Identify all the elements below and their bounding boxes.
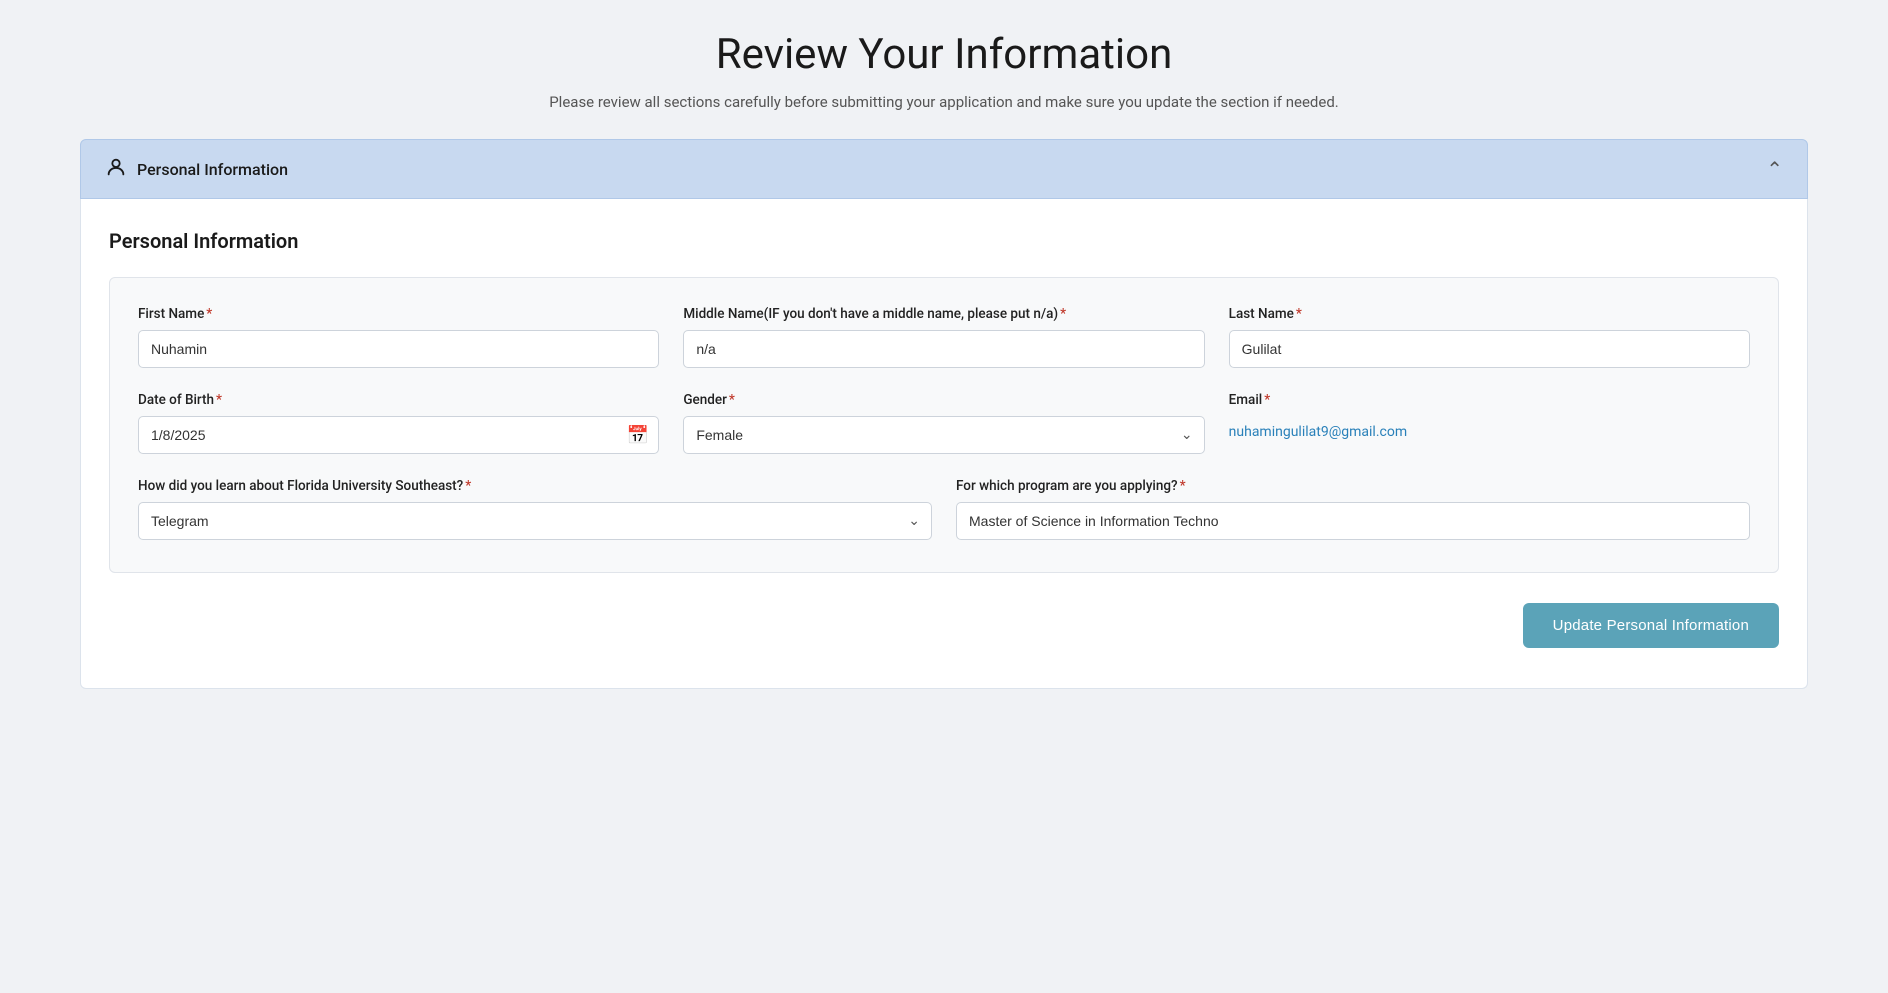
learn-select[interactable]: Telegram Facebook Instagram Twitter Frie… xyxy=(138,502,932,540)
form-row-2: Date of Birth* 📅 Gender* Female Male xyxy=(138,392,1750,454)
dob-group: Date of Birth* 📅 xyxy=(138,392,659,454)
update-personal-info-button[interactable]: Update Personal Information xyxy=(1523,603,1779,648)
gender-label: Gender* xyxy=(683,392,1204,408)
page-title: Review Your Information xyxy=(80,30,1808,79)
dob-input[interactable] xyxy=(138,416,659,454)
email-group: Email* nuhamingulilat9@gmail.com xyxy=(1229,392,1750,454)
gender-group: Gender* Female Male Non-binary Other Pre… xyxy=(683,392,1204,454)
first-name-group: First Name* xyxy=(138,306,659,368)
program-group: For which program are you applying?* xyxy=(956,478,1750,540)
email-label: Email* xyxy=(1229,392,1750,408)
email-value: nuhamingulilat9@gmail.com xyxy=(1229,416,1750,440)
form-card: First Name* Middle Name(IF you don't hav… xyxy=(109,277,1779,573)
last-name-input[interactable] xyxy=(1229,330,1750,368)
last-name-group: Last Name* xyxy=(1229,306,1750,368)
last-name-required: * xyxy=(1296,306,1302,322)
middle-name-label: Middle Name(IF you don't have a middle n… xyxy=(683,306,1204,322)
person-icon xyxy=(105,156,127,182)
dob-required: * xyxy=(216,392,222,408)
first-name-required: * xyxy=(206,306,212,322)
dob-label: Date of Birth* xyxy=(138,392,659,408)
gender-select-wrapper: Female Male Non-binary Other Prefer not … xyxy=(683,416,1204,454)
program-required: * xyxy=(1180,478,1186,494)
last-name-label: Last Name* xyxy=(1229,306,1750,322)
gender-required: * xyxy=(729,392,735,408)
learn-required: * xyxy=(465,478,471,494)
learn-group: How did you learn about Florida Universi… xyxy=(138,478,932,540)
email-required: * xyxy=(1264,392,1270,408)
program-label: For which program are you applying?* xyxy=(956,478,1750,494)
section-header-label: Personal Information xyxy=(137,160,288,179)
first-name-label: First Name* xyxy=(138,306,659,322)
form-row-3: How did you learn about Florida Universi… xyxy=(138,478,1750,540)
learn-label: How did you learn about Florida Universi… xyxy=(138,478,932,494)
date-input-wrapper: 📅 xyxy=(138,416,659,454)
form-row-1: First Name* Middle Name(IF you don't hav… xyxy=(138,306,1750,368)
first-name-input[interactable] xyxy=(138,330,659,368)
middle-name-group: Middle Name(IF you don't have a middle n… xyxy=(683,306,1204,368)
chevron-up-icon[interactable]: ⌃ xyxy=(1766,157,1783,181)
learn-select-wrapper: Telegram Facebook Instagram Twitter Frie… xyxy=(138,502,932,540)
calendar-icon[interactable]: 📅 xyxy=(627,425,649,446)
middle-name-required: * xyxy=(1060,306,1066,322)
page-subtitle: Please review all sections carefully bef… xyxy=(80,93,1808,111)
section-header-left: Personal Information xyxy=(105,156,288,182)
program-input[interactable] xyxy=(956,502,1750,540)
bottom-bar: Update Personal Information xyxy=(109,603,1779,648)
section-body-title: Personal Information xyxy=(109,229,1779,253)
section-header[interactable]: Personal Information ⌃ xyxy=(80,139,1808,199)
middle-name-input[interactable] xyxy=(683,330,1204,368)
personal-info-section: Personal Information ⌃ Personal Informat… xyxy=(80,139,1808,689)
section-body: Personal Information First Name* Middle … xyxy=(80,199,1808,689)
gender-select[interactable]: Female Male Non-binary Other Prefer not … xyxy=(683,416,1204,454)
